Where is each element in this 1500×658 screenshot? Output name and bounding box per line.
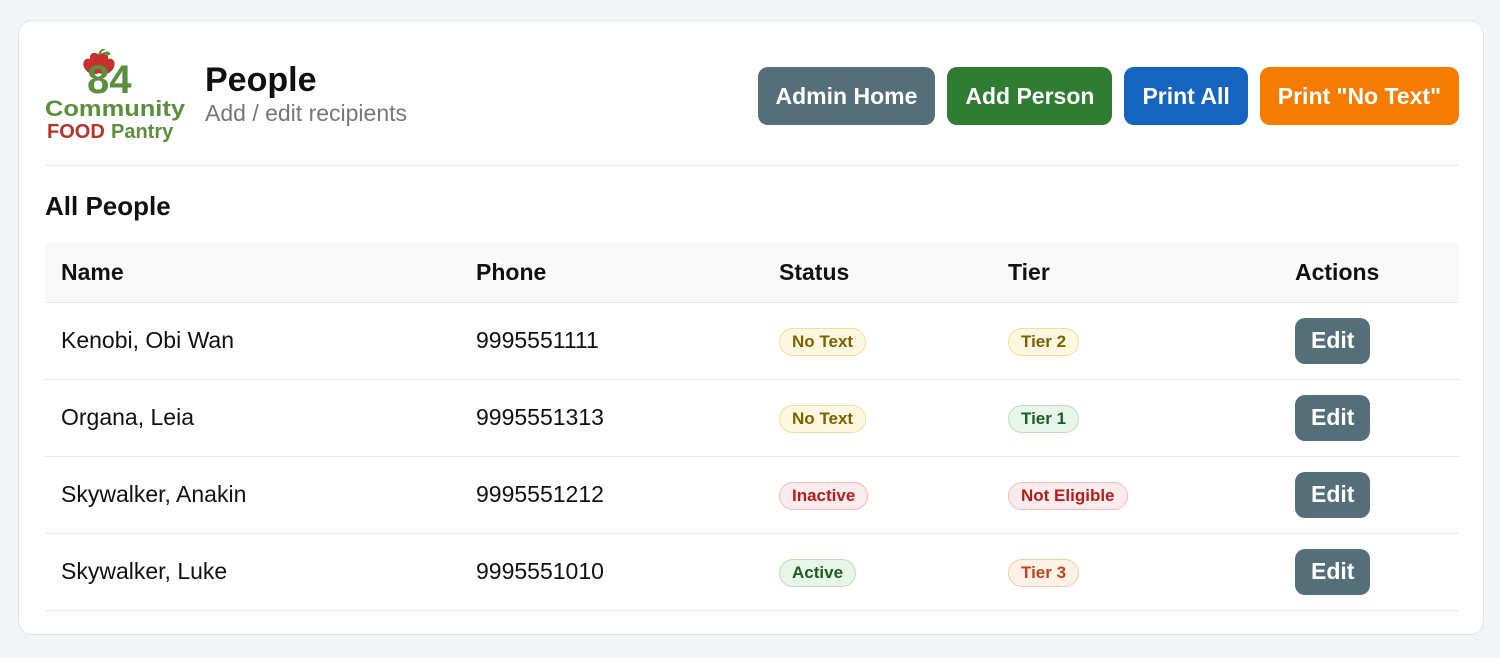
table-header: Name Phone Status Tier Actions <box>45 243 1459 303</box>
person-name: Skywalker, Anakin <box>61 481 247 507</box>
edit-button[interactable]: Edit <box>1295 394 1371 441</box>
tier-cell: Not Eligible <box>992 456 1279 533</box>
header-divider <box>45 165 1459 166</box>
status-cell: Inactive <box>763 456 992 533</box>
column-header-tier: Tier <box>992 243 1279 303</box>
title-block: People Add / edit recipients <box>205 61 407 127</box>
table-row: Organa, Leia 9995551313 No Text Tier 1 E… <box>45 379 1459 456</box>
tier-badge: Tier 3 <box>1008 558 1080 587</box>
person-name: Organa, Leia <box>61 404 194 430</box>
status-cell: No Text <box>763 302 992 379</box>
print-no-text-button[interactable]: Print "No Text" <box>1259 67 1459 125</box>
person-phone: 9995551212 <box>476 481 604 507</box>
actions-cell: Edit <box>1279 379 1459 456</box>
admin-home-button[interactable]: Admin Home <box>757 67 936 125</box>
actions-cell: Edit <box>1279 456 1459 533</box>
table-row: Skywalker, Luke 9995551010 Active Tier 3… <box>45 533 1459 610</box>
status-cell: No Text <box>763 379 992 456</box>
status-badge: No Text <box>779 327 867 356</box>
edit-button[interactable]: Edit <box>1295 471 1371 518</box>
edit-button[interactable]: Edit <box>1295 317 1371 364</box>
logo-food-text: FOOD <box>47 121 105 143</box>
status-badge: No Text <box>779 404 867 433</box>
header-actions: Admin Home Add Person Print All Print "N… <box>757 67 1459 125</box>
print-all-button[interactable]: Print All <box>1124 67 1248 125</box>
table-row: Skywalker, Anakin 9995551212 Inactive No… <box>45 456 1459 533</box>
people-table: Name Phone Status Tier Actions Kenobi, O… <box>45 243 1459 611</box>
add-person-button[interactable]: Add Person <box>947 67 1113 125</box>
status-badge: Inactive <box>779 481 869 510</box>
logo-community-text: Community <box>45 96 186 121</box>
column-header-actions: Actions <box>1279 243 1459 303</box>
tier-cell: Tier 3 <box>992 533 1279 610</box>
tier-badge: Tier 1 <box>1008 404 1080 433</box>
tier-badge: Tier 2 <box>1008 327 1080 356</box>
people-card: 84 Community FOOD Pantry People Add / ed… <box>18 20 1484 635</box>
tier-cell: Tier 1 <box>992 379 1279 456</box>
person-name: Kenobi, Obi Wan <box>61 327 235 353</box>
logo-pantry-text: Pantry <box>111 121 174 143</box>
person-phone: 9995551313 <box>476 404 604 430</box>
column-header-phone: Phone <box>460 243 763 303</box>
status-cell: Active <box>763 533 992 610</box>
actions-cell: Edit <box>1279 302 1459 379</box>
person-name: Skywalker, Luke <box>61 558 228 584</box>
page-subtitle: Add / edit recipients <box>205 100 408 126</box>
page-header: 84 Community FOOD Pantry People Add / ed… <box>45 49 1459 143</box>
column-header-status: Status <box>763 243 992 303</box>
food-pantry-logo: 84 Community FOOD Pantry <box>45 49 186 143</box>
table-header-row: Name Phone Status Tier Actions <box>45 243 1459 303</box>
page-title: People <box>205 61 317 99</box>
table-body: Kenobi, Obi Wan 9995551111 No Text Tier … <box>45 302 1459 610</box>
table-row: Kenobi, Obi Wan 9995551111 No Text Tier … <box>45 302 1459 379</box>
person-phone: 9995551010 <box>476 558 604 584</box>
section-title: All People <box>45 191 171 221</box>
edit-button[interactable]: Edit <box>1295 548 1371 595</box>
actions-cell: Edit <box>1279 533 1459 610</box>
tier-cell: Tier 2 <box>992 302 1279 379</box>
column-header-name: Name <box>45 243 460 303</box>
tier-badge: Not Eligible <box>1008 481 1128 510</box>
status-badge: Active <box>779 558 857 587</box>
person-phone: 9995551111 <box>476 327 599 353</box>
